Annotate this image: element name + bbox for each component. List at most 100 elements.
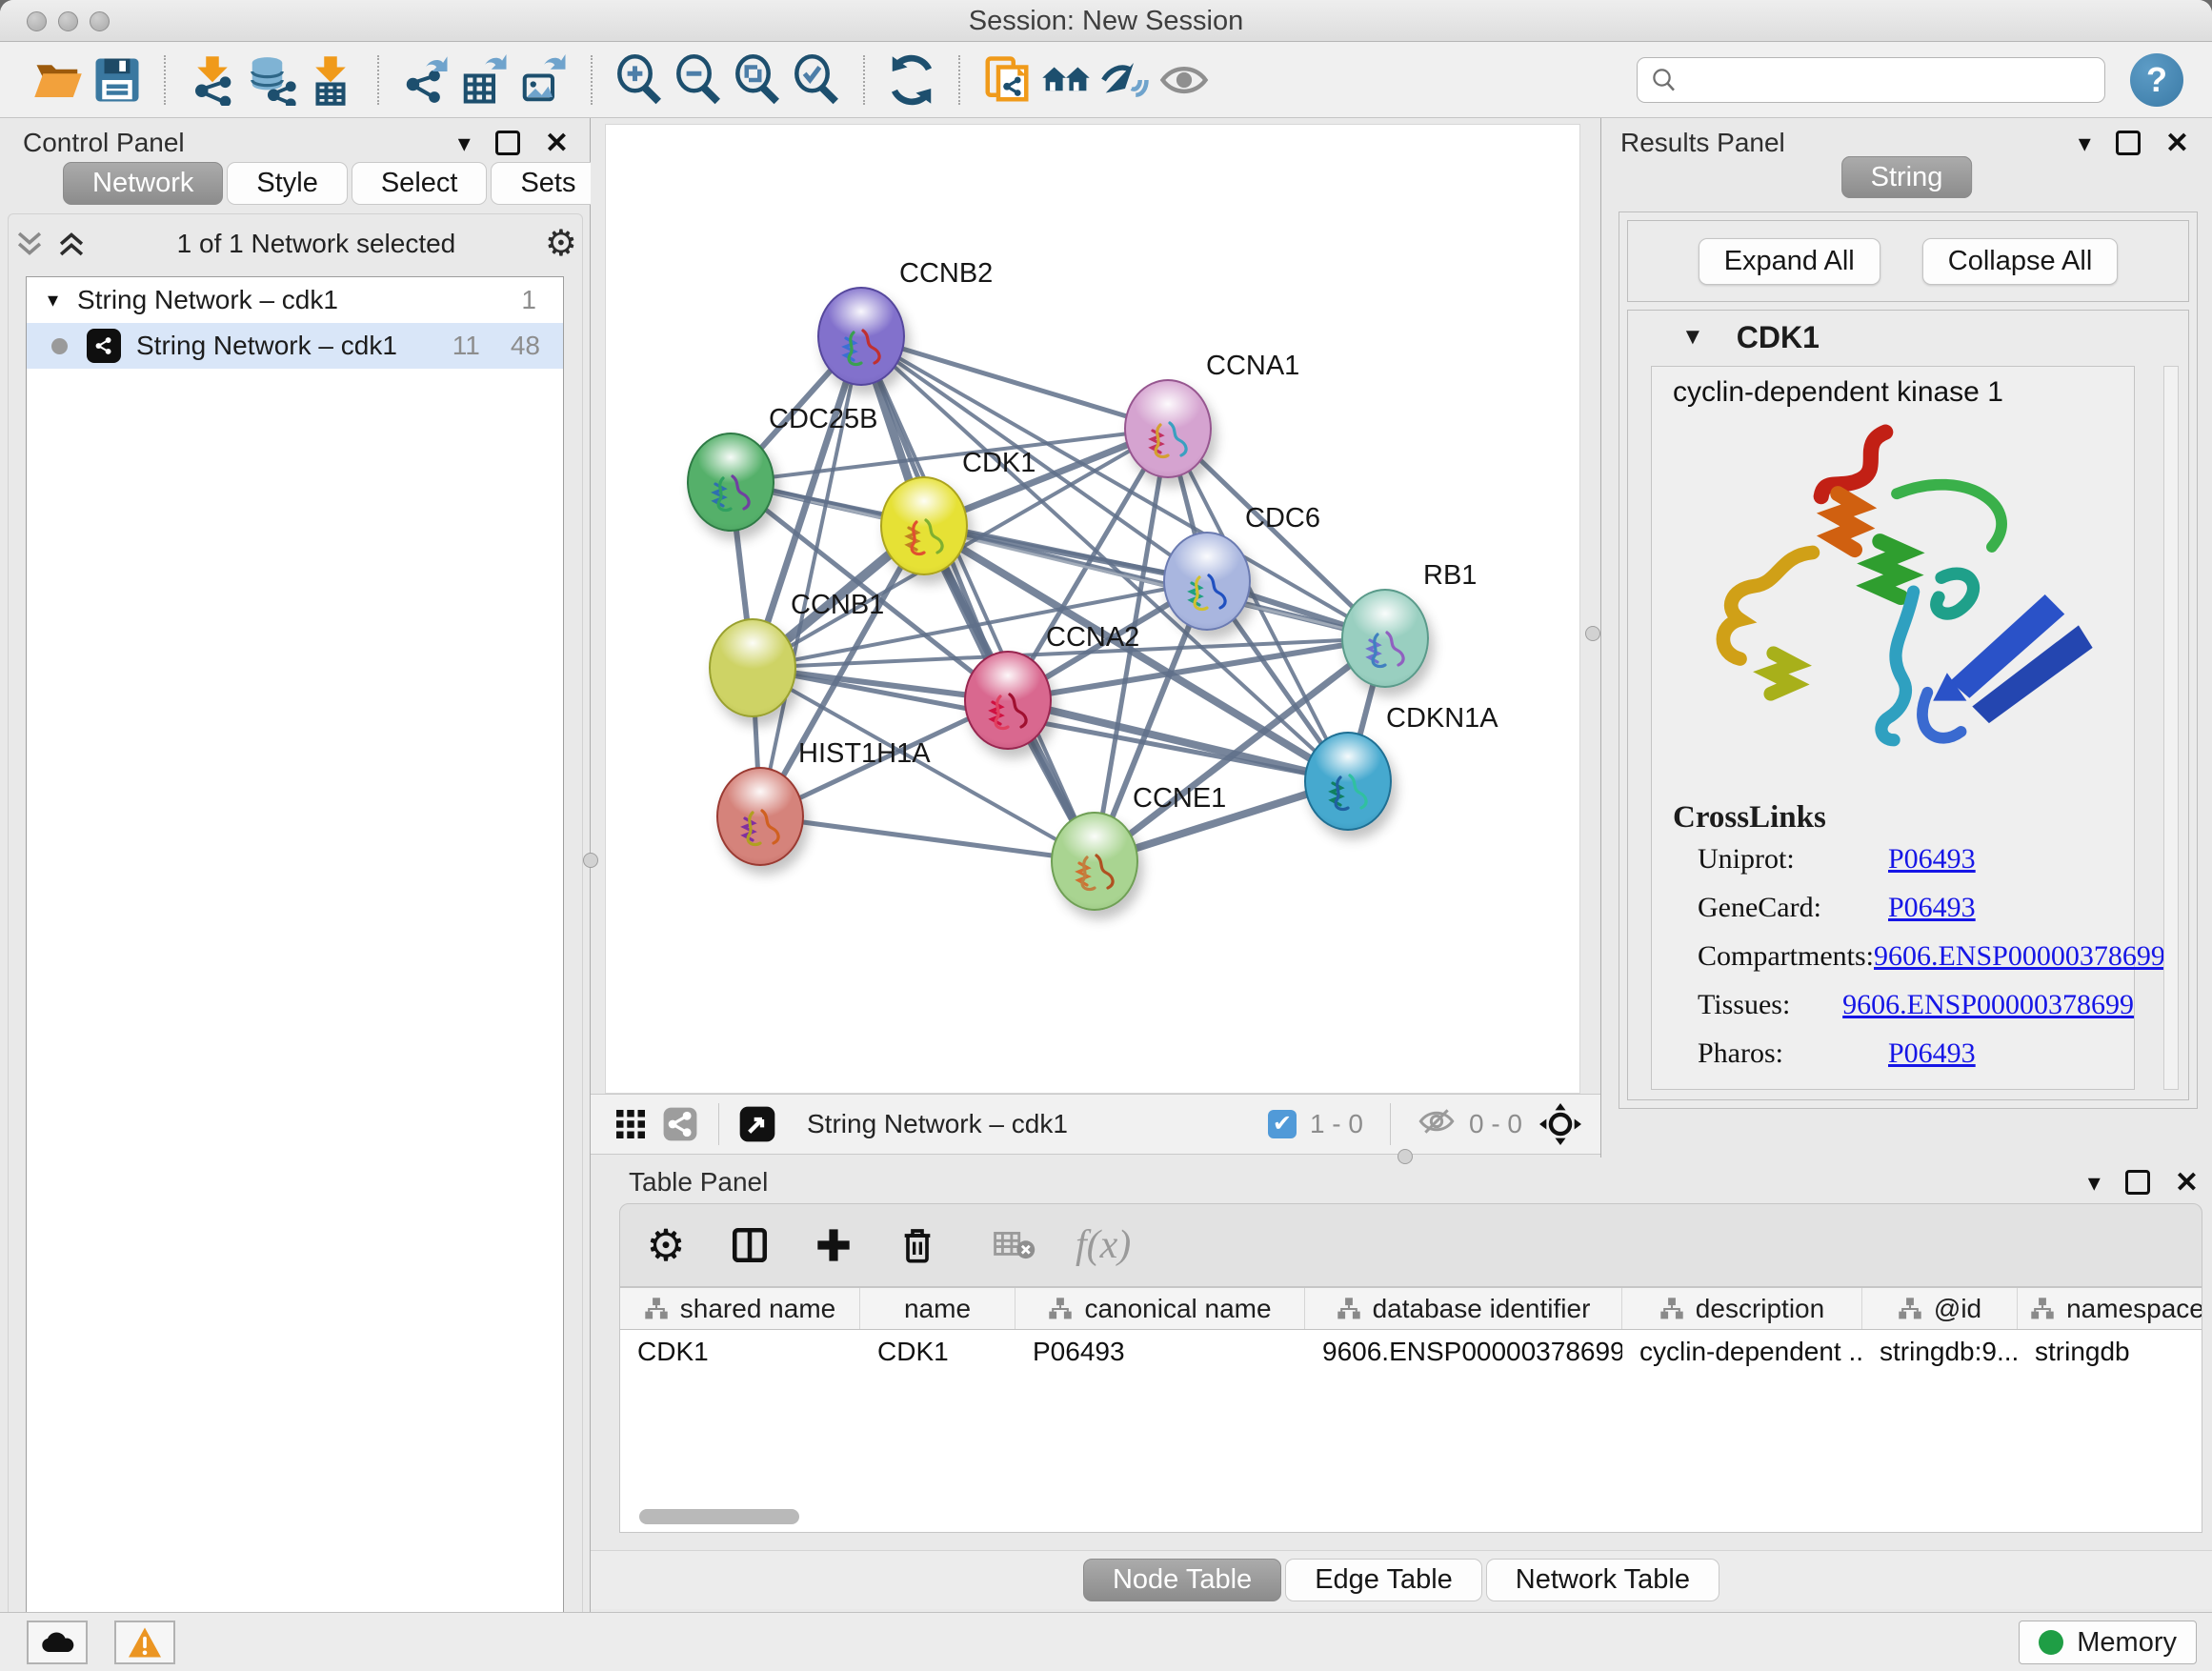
- export-table-button[interactable]: [455, 50, 514, 111]
- selected-checkbox[interactable]: ✔: [1268, 1110, 1297, 1138]
- show-columns-icon[interactable]: [727, 1222, 773, 1268]
- delete-column-trash-icon[interactable]: [895, 1222, 940, 1268]
- pan-crosshair-icon[interactable]: [1536, 1099, 1585, 1149]
- zoom-out-button[interactable]: [669, 50, 728, 111]
- tab-edge-table[interactable]: Edge Table: [1285, 1559, 1482, 1601]
- panel-collapse-icon[interactable]: ▾: [2079, 129, 2091, 158]
- help-button[interactable]: ?: [2130, 53, 2183, 107]
- network-canvas[interactable]: CCNB2CCNA1CDC25BCDK1CDC6RB1CCNB1CCNA2CDK…: [605, 124, 1580, 1094]
- birdseye-view-icon[interactable]: [733, 1099, 782, 1149]
- zoom-fit-button[interactable]: [728, 50, 787, 111]
- cloud-status-button[interactable]: [27, 1621, 88, 1664]
- zoom-in-button[interactable]: [610, 50, 669, 111]
- column-header-namespace[interactable]: namespace: [2018, 1288, 2202, 1329]
- collapse-all-tree-icon[interactable]: [55, 230, 88, 258]
- network-node-ccna1[interactable]: [1124, 379, 1212, 478]
- network-node-cdk1[interactable]: [880, 476, 968, 575]
- network-node-ccna2[interactable]: [964, 651, 1052, 750]
- crosslink-value-link[interactable]: P06493: [1888, 1037, 1976, 1070]
- left-splitter-handle[interactable]: [583, 853, 598, 868]
- grid-view-icon[interactable]: [606, 1099, 655, 1149]
- table-row[interactable]: CDK1CDK1P064939606.ENSP00000378699cyclin…: [620, 1330, 2202, 1374]
- tab-node-table[interactable]: Node Table: [1083, 1559, 1281, 1601]
- panel-close-icon[interactable]: ✕: [545, 127, 569, 160]
- share-network-icon[interactable]: [655, 1099, 705, 1149]
- import-table-from-file-button[interactable]: [301, 50, 360, 111]
- expand-all-button[interactable]: Expand All: [1699, 238, 1880, 285]
- import-network-from-database-button[interactable]: [242, 50, 301, 111]
- table-cell[interactable]: stringdb:9...: [1862, 1330, 2018, 1374]
- expand-all-tree-icon[interactable]: [13, 230, 46, 258]
- column-header-canonical-name[interactable]: canonical name: [1016, 1288, 1305, 1329]
- crosslink-value-link[interactable]: 9606.ENSP00000378699: [1874, 940, 2165, 973]
- tab-network[interactable]: Network: [63, 162, 223, 205]
- collection-expander-icon[interactable]: ▾: [48, 288, 58, 312]
- hidden-eye-icon[interactable]: [1418, 1105, 1456, 1144]
- refresh-view-button[interactable]: [882, 50, 941, 111]
- tab-network-table[interactable]: Network Table: [1486, 1559, 1719, 1601]
- search-input[interactable]: [1637, 57, 2105, 103]
- column-header-name[interactable]: name: [860, 1288, 1016, 1329]
- network-node-ccnb1[interactable]: [709, 618, 796, 717]
- results-scrollbar[interactable]: [2163, 366, 2179, 1090]
- collapse-all-button[interactable]: Collapse All: [1922, 238, 2119, 285]
- crosslink-value-link[interactable]: P06493: [1888, 843, 1976, 876]
- node-label-ccnb2: CCNB2: [899, 258, 993, 290]
- add-column-icon[interactable]: [811, 1222, 856, 1268]
- network-node-cdc6[interactable]: [1163, 532, 1251, 631]
- panel-float-icon[interactable]: [2125, 1170, 2150, 1195]
- column-header-database-identifier[interactable]: database identifier: [1305, 1288, 1622, 1329]
- column-header-shared-name[interactable]: shared name: [620, 1288, 860, 1329]
- tab-sets[interactable]: Sets: [491, 162, 605, 205]
- section-expander-icon[interactable]: ▼: [1681, 324, 1704, 351]
- table-cell[interactable]: 9606.ENSP00000378699: [1305, 1330, 1622, 1374]
- zoom-selected-button[interactable]: [787, 50, 846, 111]
- first-neighbors-button[interactable]: [1036, 50, 1096, 111]
- network-node-ccne1[interactable]: [1051, 812, 1138, 911]
- table-cell[interactable]: cyclin-dependent ...: [1622, 1330, 1862, 1374]
- network-edge-CCNE1-HIST1H1A[interactable]: [760, 816, 1095, 861]
- open-session-button[interactable]: [29, 50, 88, 111]
- crosslink-value-link[interactable]: 9606.ENSP00000378699: [1842, 989, 2134, 1021]
- table-cell[interactable]: CDK1: [620, 1330, 860, 1374]
- network-node-rb1[interactable]: [1341, 589, 1429, 688]
- hide-selected-button[interactable]: [1096, 50, 1155, 111]
- panel-float-icon[interactable]: [495, 131, 520, 155]
- panel-close-icon[interactable]: ✕: [2175, 1166, 2199, 1199]
- import-network-from-file-button[interactable]: [183, 50, 242, 111]
- table-cell[interactable]: P06493: [1016, 1330, 1305, 1374]
- network-node-cdc25b[interactable]: [687, 433, 774, 532]
- network-options-gear-icon[interactable]: ⚙: [545, 226, 577, 262]
- network-edge-CCNE1-CCNB2[interactable]: [861, 336, 1095, 861]
- tab-select[interactable]: Select: [352, 162, 488, 205]
- network-node-hist1h1a[interactable]: [716, 767, 804, 866]
- tab-string[interactable]: String: [1841, 156, 1973, 198]
- network-collection-row[interactable]: ▾ String Network – cdk1 1: [27, 277, 563, 323]
- duplicate-network-button[interactable]: [977, 50, 1036, 111]
- export-image-button[interactable]: [514, 50, 573, 111]
- network-node-cdkn1a[interactable]: [1304, 732, 1392, 831]
- panel-collapse-icon[interactable]: ▾: [458, 129, 471, 158]
- table-cell[interactable]: CDK1: [860, 1330, 1016, 1374]
- right-splitter-handle[interactable]: [1585, 626, 1600, 641]
- network-row[interactable]: String Network – cdk1 11 48: [27, 323, 563, 369]
- warning-status-button[interactable]: [114, 1621, 175, 1664]
- save-session-button[interactable]: [88, 50, 147, 111]
- table-horizontal-scrollbar[interactable]: [639, 1509, 799, 1524]
- horizontal-splitter-handle[interactable]: [1398, 1149, 1413, 1164]
- memory-button[interactable]: Memory: [2019, 1621, 2197, 1664]
- table-options-gear-icon[interactable]: ⚙: [643, 1222, 689, 1268]
- panel-collapse-icon[interactable]: ▾: [2088, 1168, 2101, 1198]
- column-header--id[interactable]: @id: [1862, 1288, 2018, 1329]
- panel-close-icon[interactable]: ✕: [2165, 127, 2189, 160]
- show-all-button[interactable]: [1155, 50, 1214, 111]
- column-header-description[interactable]: description: [1622, 1288, 1862, 1329]
- table-cell[interactable]: stringdb: [2018, 1330, 2202, 1374]
- network-edge-CCNB2-CCNA1[interactable]: [861, 336, 1168, 429]
- network-node-ccnb2[interactable]: [817, 287, 905, 386]
- panel-float-icon[interactable]: [2116, 131, 2141, 155]
- crosslink-value-link[interactable]: P06493: [1888, 892, 1976, 924]
- tab-style[interactable]: Style: [227, 162, 347, 205]
- protein-section-header[interactable]: ▼ CDK1: [1628, 311, 2188, 364]
- export-network-button[interactable]: [396, 50, 455, 111]
